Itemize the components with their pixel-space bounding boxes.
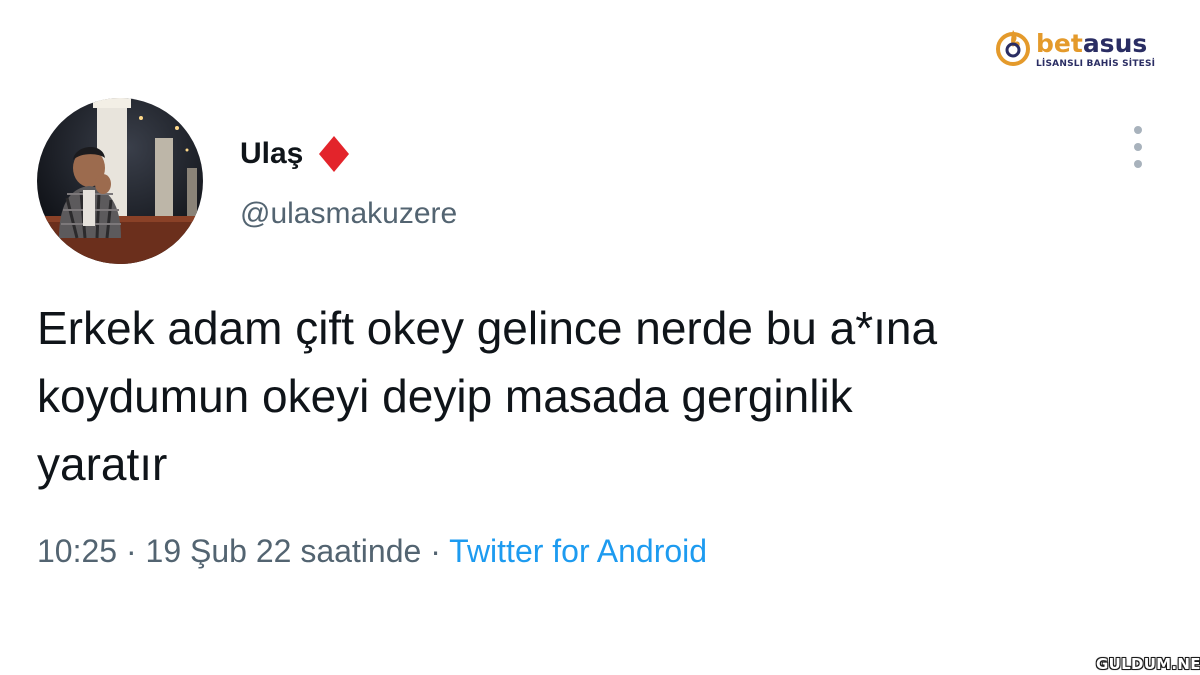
flame-ring-icon xyxy=(996,30,1030,66)
brand-logo: betasus LİSANSLI BAHİS SİTESİ xyxy=(994,26,1170,74)
display-name[interactable]: Ulaş xyxy=(240,134,303,174)
red-diamond-icon xyxy=(319,136,350,172)
tweet-date[interactable]: 19 Şub 22 saatinde xyxy=(146,533,422,569)
tweet-text: Erkek adam çift okey gelince nerde bu a*… xyxy=(37,294,1167,498)
tweet-text-line: koydumun okeyi deyip masada gerginlik xyxy=(37,370,853,422)
profile-photo xyxy=(37,98,203,264)
site-watermark: GULDUM.NET xyxy=(1096,655,1200,673)
more-vertical-icon xyxy=(1134,126,1142,134)
brand-name-part-a: bet xyxy=(1036,29,1083,58)
tweet-text-line: yaratır xyxy=(37,438,168,490)
brand-tagline: LİSANSLI BAHİS SİTESİ xyxy=(1036,59,1156,69)
brand-name-part-b: asus xyxy=(1082,29,1148,58)
user-handle[interactable]: @ulasmakuzere xyxy=(240,194,457,234)
tweet-time[interactable]: 10:25 xyxy=(37,533,117,569)
meta-separator: · xyxy=(430,533,441,569)
more-vertical-icon xyxy=(1134,160,1142,168)
avatar[interactable] xyxy=(37,98,203,264)
brand-name: betasus xyxy=(1036,30,1147,58)
more-options-button[interactable] xyxy=(1126,126,1150,168)
meta-separator: · xyxy=(125,533,137,569)
tweet-text-line: Erkek adam çift okey gelince nerde bu a*… xyxy=(37,302,938,354)
tweet-meta: 10:25 · 19 Şub 22 saatinde · Twitter for… xyxy=(37,530,707,572)
tweet-source-link[interactable]: Twitter for Android xyxy=(449,533,707,569)
more-vertical-icon xyxy=(1134,143,1142,151)
display-name-row: Ulaş xyxy=(240,134,351,174)
